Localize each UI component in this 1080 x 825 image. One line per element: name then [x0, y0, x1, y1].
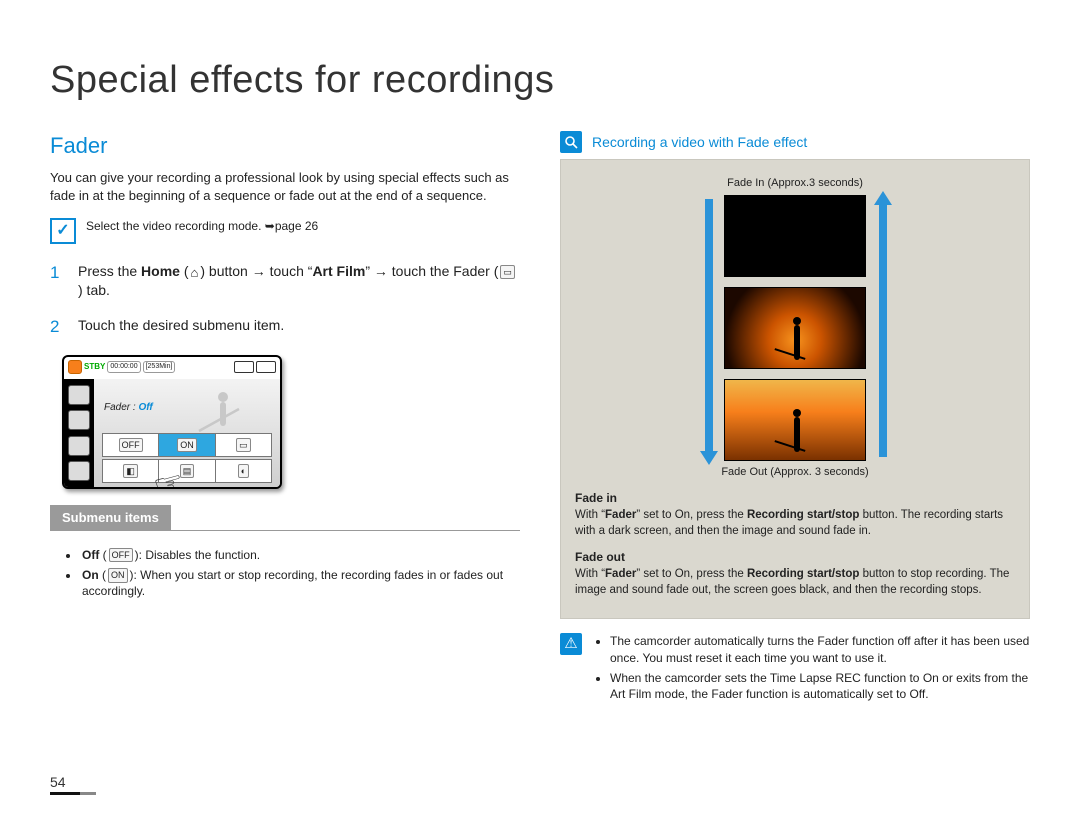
arrow-down-icon [702, 195, 714, 461]
fade-in-paragraph: With “Fader” set to On, press the Record… [575, 508, 1015, 539]
magnify-icon [560, 131, 582, 153]
record-mode-icon [68, 360, 82, 374]
fade-frame-bright [724, 379, 866, 461]
step-1-text: Press the Home (⌂) button → touch “Art F… [78, 262, 520, 300]
fader-intro: You can give your recording a profession… [50, 169, 520, 204]
submenu-item: On (ON): When you start or stop recordin… [80, 567, 520, 599]
fade-in-caption: Fade In (Approx.3 seconds) [575, 176, 1015, 191]
option-extra[interactable]: ▭ [216, 434, 271, 456]
elapsed-time: 00:00:00 [107, 361, 140, 372]
prerequisite-text: Select the video recording mode. ➥page 2… [86, 218, 318, 234]
side-button[interactable] [68, 410, 90, 430]
battery-icon [256, 361, 276, 373]
fade-out-caption: Fade Out (Approx. 3 seconds) [575, 465, 1015, 480]
lcd-screenshot: STBY 00:00:00 [253Min] [62, 355, 282, 489]
fade-in-subheading: Fade in [575, 490, 1015, 506]
golfer-silhouette-icon [195, 389, 250, 439]
fade-out-subheading: Fade out [575, 549, 1015, 565]
step-2-text: Touch the desired submenu item. [78, 316, 520, 339]
step-number-1: 1 [50, 262, 64, 300]
fade-out-paragraph: With “Fader” set to On, press the Record… [575, 567, 1015, 598]
option-off[interactable]: OFF [103, 434, 159, 456]
page-title: Special effects for recordings [50, 55, 1030, 106]
note-item: When the camcorder sets the Time Lapse R… [610, 670, 1030, 702]
option-state-icon: ON [108, 568, 128, 582]
step-number-2: 2 [50, 316, 64, 339]
option-on[interactable]: ON [159, 434, 215, 456]
side-button[interactable] [68, 461, 90, 481]
fade-effect-heading: Recording a video with Fade effect [592, 133, 807, 152]
fader-tab-icon: ▭ [500, 265, 515, 279]
option-state-icon: OFF [109, 548, 133, 562]
submenu-items-tab: Submenu items [50, 505, 171, 531]
arrow-up-icon [876, 195, 888, 461]
fade-frame-black [724, 195, 866, 277]
fader-status-label: Fader : Off [104, 401, 153, 415]
submenu-box: Off (OFF): Disables the function. On (ON)… [50, 530, 520, 600]
bottom-option[interactable]: ◐ [216, 460, 271, 482]
caution-icon: ⚠ [560, 633, 582, 655]
note-item: The camcorder automatically turns the Fa… [610, 633, 1030, 665]
home-icon: ⌂ [191, 264, 199, 282]
time-remaining: [253Min] [143, 361, 176, 372]
page-number: 54 [50, 773, 96, 795]
check-icon: ✓ [50, 218, 76, 244]
fader-heading: Fader [50, 131, 520, 161]
prerequisite-row: ✓ Select the video recording mode. ➥page… [50, 218, 520, 244]
side-button[interactable] [68, 436, 90, 456]
fade-frame-dim [724, 287, 866, 369]
card-icon [234, 361, 254, 373]
side-button[interactable] [68, 385, 90, 405]
submenu-item: Off (OFF): Disables the function. [80, 547, 520, 563]
notes-list: The camcorder automatically turns the Fa… [592, 633, 1030, 706]
stby-label: STBY [84, 362, 105, 373]
